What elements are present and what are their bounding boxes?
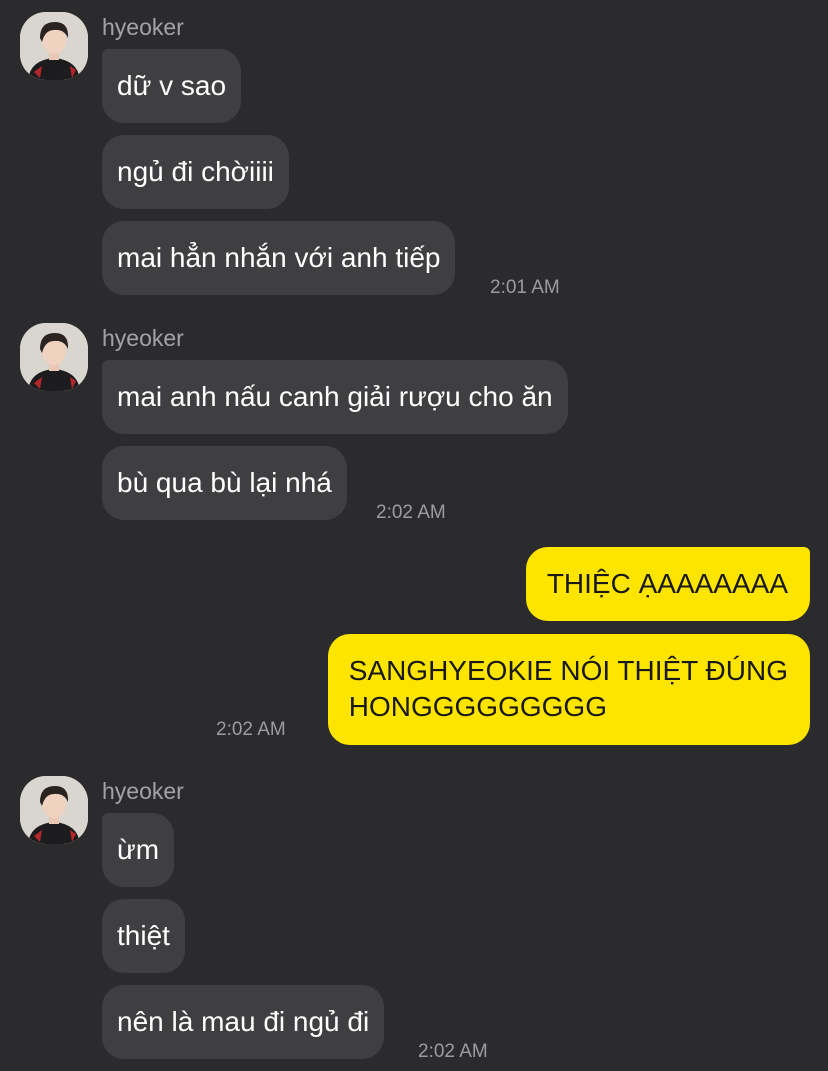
message-bubble[interactable]: ừm xyxy=(102,813,175,887)
message-bubble[interactable]: thiệt xyxy=(102,899,185,973)
profile-photo-icon xyxy=(20,12,88,80)
avatar[interactable] xyxy=(20,323,88,391)
profile-photo-icon xyxy=(20,776,88,844)
message-line: HONGGGGGGGGG xyxy=(348,691,607,722)
message-bubble[interactable]: mai hẳn nhắn với anh tiếp xyxy=(102,221,456,295)
message-bubble-outgoing[interactable]: SANGHYEOKIE NÓI THIỆT ĐÚNG HONGGGGGGGGG xyxy=(327,634,810,745)
message-bubble[interactable]: ngủ đi chờiiii xyxy=(102,135,289,209)
message-bubble[interactable]: bù qua bù lại nhá xyxy=(102,446,347,520)
message-line: SANGHYEOKIE NÓI THIỆT ĐÚNG xyxy=(348,655,788,686)
message-timestamp: 2:02 AM xyxy=(418,1041,488,1062)
avatar[interactable] xyxy=(20,776,88,844)
message-bubble-outgoing[interactable]: THIỆC ẠAAAAAAA xyxy=(525,547,810,621)
message-timestamp: 2:02 AM xyxy=(376,502,446,523)
sender-name: hyeoker xyxy=(102,325,184,351)
message-bubble[interactable]: nên là mau đi ngủ đi xyxy=(102,985,385,1059)
sender-name: hyeoker xyxy=(102,14,184,40)
profile-photo-icon xyxy=(20,323,88,391)
message-timestamp: 2:01 AM xyxy=(490,277,560,298)
sender-name: hyeoker xyxy=(102,778,184,804)
message-bubble[interactable]: mai anh nấu canh giải rượu cho ăn xyxy=(102,360,568,434)
message-bubble[interactable]: dữ v sao xyxy=(102,49,242,123)
avatar[interactable] xyxy=(20,12,88,80)
message-timestamp: 2:02 AM xyxy=(216,719,286,740)
